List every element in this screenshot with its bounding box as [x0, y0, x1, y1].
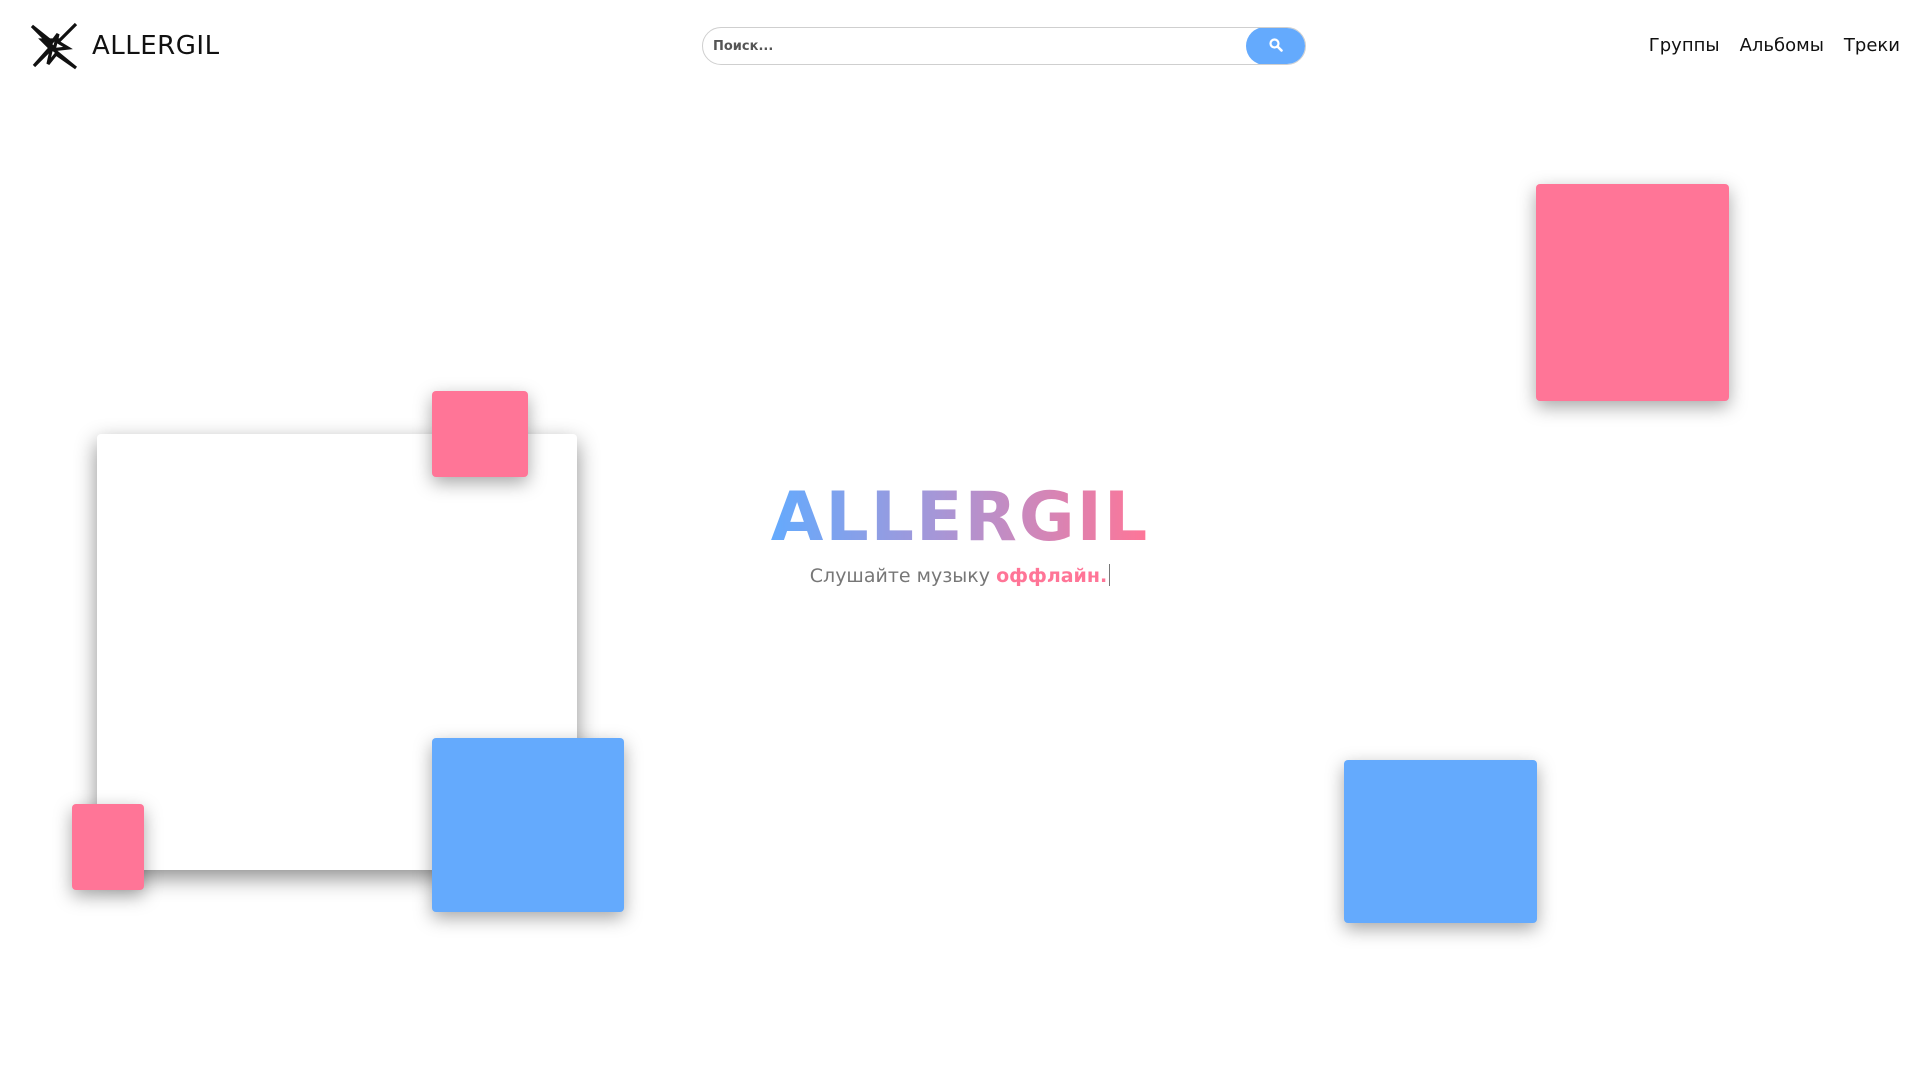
main-nav: Группы Альбомы Треки — [1649, 32, 1900, 60]
search-icon — [1269, 37, 1283, 55]
hero-title-text: ALLERGIL — [770, 478, 1150, 557]
decorative-pink-square-large — [1536, 184, 1729, 401]
hero-subtitle: Слушайте музыку оффлайн. — [0, 562, 1920, 590]
nav-link-tracks[interactable]: Треки — [1844, 32, 1900, 60]
search-input[interactable] — [703, 28, 1247, 64]
hero-subtitle-prefix: Слушайте музыку — [809, 565, 997, 587]
typing-caret — [1109, 564, 1111, 586]
brand-name: ALLERGIL — [92, 31, 220, 61]
nav-link-groups[interactable]: Группы — [1649, 32, 1720, 60]
search-button[interactable] — [1246, 28, 1305, 64]
decorative-pink-square-small-top — [432, 391, 528, 477]
decorative-blue-square-right — [1344, 760, 1537, 923]
top-navbar: ALLERGIL Группы Альбомы Треки — [0, 0, 1920, 92]
hero-subtitle-accent: оффлайн. — [996, 565, 1108, 587]
search-bar — [702, 27, 1306, 65]
hero-title: ALLERGIL — [0, 478, 1920, 558]
star-logo-icon — [28, 20, 80, 72]
nav-link-albums[interactable]: Альбомы — [1740, 32, 1824, 60]
decorative-blue-square-left — [432, 738, 624, 912]
brand-link[interactable]: ALLERGIL — [28, 20, 220, 72]
decorative-pink-square-small-bottom — [72, 804, 144, 890]
